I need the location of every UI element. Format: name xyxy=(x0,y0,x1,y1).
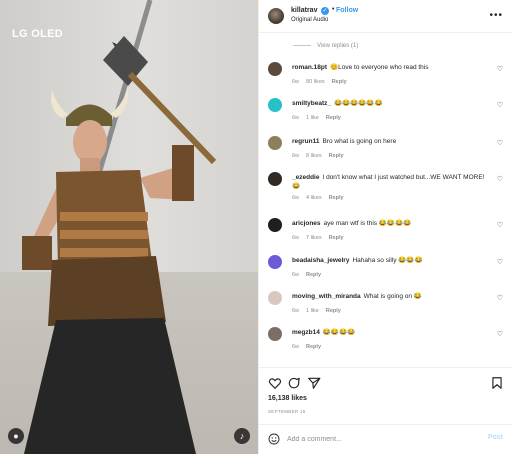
reply-button[interactable]: Reply xyxy=(329,235,344,241)
comment-like-heart-icon[interactable]: ♡ xyxy=(497,65,503,73)
comment-body: 😂😂😂😂 xyxy=(322,329,356,336)
comment-likes[interactable]: 1 like xyxy=(306,115,319,121)
comment-like-heart-icon[interactable]: ♡ xyxy=(497,221,503,229)
comment-meta: 6w 7 likes Reply xyxy=(292,235,351,241)
comment-like-heart-icon[interactable]: ♡ xyxy=(497,294,503,302)
author-avatar[interactable] xyxy=(268,8,284,24)
replies-divider xyxy=(293,44,311,46)
commenter-username[interactable]: smiltybeatz_ xyxy=(292,100,331,107)
comment-meta: 6w 80 likes Reply xyxy=(292,79,354,85)
reply-button[interactable]: Reply xyxy=(329,195,344,201)
audio-label[interactable]: Original Audio xyxy=(291,17,328,23)
post-media[interactable]: LG OLED ● ♪ xyxy=(0,0,258,454)
comment-like-heart-icon[interactable]: ♡ xyxy=(497,258,503,266)
comment-body: I don't know what I just watched but...W… xyxy=(292,174,485,190)
comment-time[interactable]: 6w xyxy=(292,79,299,85)
comment-likes[interactable]: 80 likes xyxy=(306,79,325,85)
commenter-username[interactable]: _ezeddie xyxy=(292,174,319,181)
more-options-icon[interactable]: ••• xyxy=(489,10,503,21)
commenter-avatar[interactable] xyxy=(268,255,282,269)
emoji-icon[interactable] xyxy=(268,433,280,445)
commenter-username[interactable]: megzb14 xyxy=(292,329,320,336)
comment-text: _ezeddie I don't know what I just watched… xyxy=(292,173,492,191)
comment-text: moving_with_miranda What is going on 😂 xyxy=(292,292,492,301)
post-actions-bar xyxy=(259,367,512,390)
commenter-avatar[interactable] xyxy=(268,172,282,186)
comment-like-heart-icon[interactable]: ♡ xyxy=(497,101,503,109)
comment-meta: 6w 1 like Reply xyxy=(292,308,348,314)
post-header: killatrav ✓ • Follow Original Audio ••• xyxy=(259,0,512,33)
comment-input[interactable] xyxy=(287,432,467,446)
comment-body: 😂😂😂😂😂😂 xyxy=(334,100,383,107)
commenter-username[interactable]: regrun11 xyxy=(292,138,319,145)
comment-time[interactable]: 6w xyxy=(292,235,299,241)
commenter-username[interactable]: roman.18pt xyxy=(292,64,327,71)
comment-text: roman.18pt 😊Love to everyone who read thi… xyxy=(292,63,492,72)
commenter-username[interactable]: moving_with_miranda xyxy=(292,293,361,300)
comment-body: 😊Love to everyone who read this xyxy=(330,64,429,71)
video-frame-illustration xyxy=(22,0,217,454)
comment-like-heart-icon[interactable]: ♡ xyxy=(497,175,503,183)
share-paper-plane-icon[interactable] xyxy=(307,376,321,390)
comment-text: regrun11 Bro what is going on here xyxy=(292,137,492,146)
comment-composer: Post xyxy=(259,424,512,454)
comment-likes[interactable]: 4 likes xyxy=(306,195,322,201)
comment-text: beadaisha_jewelry Hahaha so silly 😂😂😂 xyxy=(292,256,492,265)
comment-body: Bro what is going on here xyxy=(322,138,397,145)
save-bookmark-icon[interactable] xyxy=(490,376,504,390)
brand-overlay-text: LG OLED xyxy=(12,28,63,40)
comment-meta: 6w Reply xyxy=(292,344,328,350)
follow-button[interactable]: Follow xyxy=(336,7,358,14)
comment-likes[interactable]: 7 likes xyxy=(306,235,322,241)
commenter-avatar[interactable] xyxy=(268,62,282,76)
comment-time[interactable]: 6w xyxy=(292,115,299,121)
comment-text: aricjones aye man wtf is this 😂😂😂😂 xyxy=(292,219,492,228)
comment-meta: 6w Reply xyxy=(292,272,328,278)
post-date[interactable]: SEPTEMBER 15 xyxy=(268,409,306,414)
view-replies-label: View replies (1) xyxy=(317,43,359,49)
verified-badge-icon: ✓ xyxy=(321,7,329,15)
post-sidebar: killatrav ✓ • Follow Original Audio ••• … xyxy=(258,0,512,454)
reply-button[interactable]: Reply xyxy=(326,115,341,121)
author-username[interactable]: killatrav xyxy=(291,7,317,14)
reply-button[interactable]: Reply xyxy=(326,308,341,314)
like-heart-icon[interactable] xyxy=(268,376,282,390)
commenter-avatar[interactable] xyxy=(268,327,282,341)
comment-time[interactable]: 6w xyxy=(292,272,299,278)
comment-meta: 6w 4 likes Reply xyxy=(292,195,351,201)
comment-text: megzb14 😂😂😂😂 xyxy=(292,328,492,337)
reply-button[interactable]: Reply xyxy=(306,272,321,278)
comment-likes[interactable]: 8 likes xyxy=(306,153,322,159)
tagged-users-icon[interactable]: ● xyxy=(8,428,24,444)
comment-like-heart-icon[interactable]: ♡ xyxy=(497,330,503,338)
commenter-username[interactable]: aricjones xyxy=(292,220,321,227)
reply-button[interactable]: Reply xyxy=(306,344,321,350)
comment-bubble-icon[interactable] xyxy=(287,376,301,390)
comment-meta: 6w 8 likes Reply xyxy=(292,153,351,159)
mute-icon[interactable]: ♪ xyxy=(234,428,250,444)
comment-body: What is going on 😂 xyxy=(363,293,422,300)
comment-time[interactable]: 6w xyxy=(292,344,299,350)
separator-dot: • xyxy=(332,6,335,13)
commenter-avatar[interactable] xyxy=(268,136,282,150)
comment-likes[interactable]: 1 like xyxy=(306,308,319,314)
comment-like-heart-icon[interactable]: ♡ xyxy=(497,139,503,147)
commenter-avatar[interactable] xyxy=(268,98,282,112)
reply-button[interactable]: Reply xyxy=(329,153,344,159)
commenter-avatar[interactable] xyxy=(268,291,282,305)
reply-button[interactable]: Reply xyxy=(332,79,347,85)
comment-text: smiltybeatz_ 😂😂😂😂😂😂 xyxy=(292,99,492,108)
likes-count[interactable]: 16,138 likes xyxy=(268,395,307,402)
comment-meta: 6w 1 like Reply xyxy=(292,115,348,121)
comment-body: Hahaha so silly 😂😂😂 xyxy=(352,257,423,264)
comment-time[interactable]: 6w xyxy=(292,153,299,159)
comment-time[interactable]: 6w xyxy=(292,195,299,201)
comment-time[interactable]: 6w xyxy=(292,308,299,314)
commenter-avatar[interactable] xyxy=(268,218,282,232)
view-replies-button[interactable]: View replies (1) xyxy=(293,43,358,49)
post-comment-button[interactable]: Post xyxy=(488,434,503,441)
comment-body: aye man wtf is this 😂😂😂😂 xyxy=(323,220,412,227)
commenter-username[interactable]: beadaisha_jewelry xyxy=(292,257,349,264)
